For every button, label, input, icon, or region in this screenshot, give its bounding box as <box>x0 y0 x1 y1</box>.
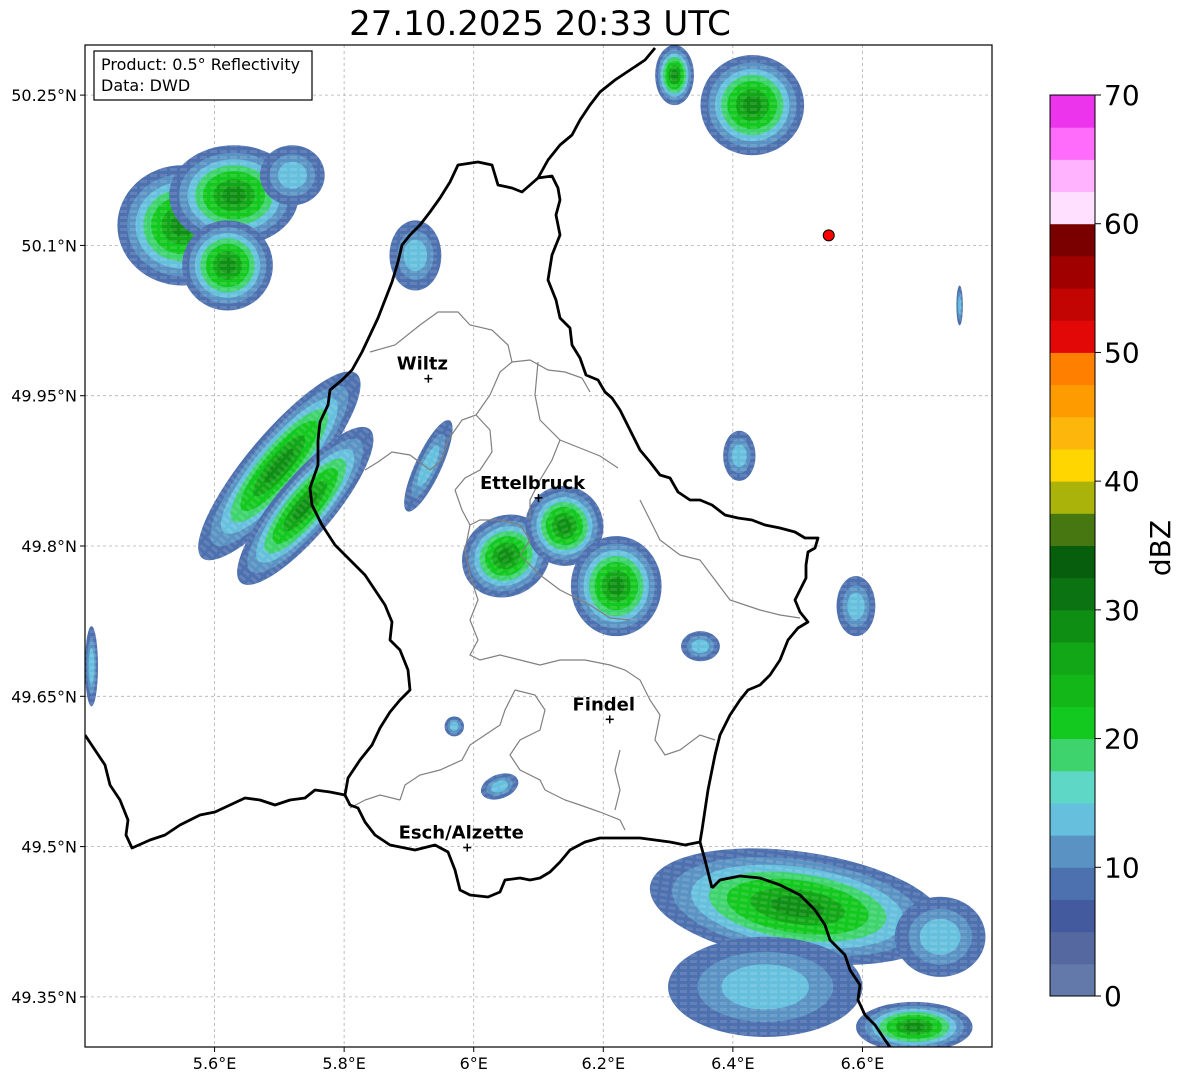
y-tick-label: 50.25°N <box>11 86 77 105</box>
x-tick-label: 5.6°E <box>193 1054 237 1073</box>
y-tick-label: 49.8°N <box>21 537 77 556</box>
echo-texture <box>700 55 805 156</box>
colorbar-bin <box>1050 770 1095 804</box>
colorbar-bin <box>1050 706 1095 740</box>
echo-cell <box>836 576 876 637</box>
echo-cell <box>444 716 464 737</box>
info-product: Product: 0.5° Reflectivity <box>101 55 300 74</box>
colorbar-bin <box>1050 899 1095 933</box>
colorbar-frame <box>1049 94 1096 997</box>
colorbar-bin <box>1050 223 1095 257</box>
radar-site-marker <box>822 229 835 242</box>
echo-cell <box>700 55 805 156</box>
radar-map: 5.6°E 5.8°E 6°E 6.2°E 6.4°E 6.6°E 50.25°N 50.1°… <box>11 44 993 1073</box>
y-tick-label: 50.1°N <box>21 236 77 255</box>
colorbar-tick-label: 10 <box>1104 851 1140 884</box>
echo-texture <box>681 631 720 662</box>
colorbar-tick-label: 0 <box>1104 980 1122 1013</box>
info-source: Data: DWD <box>101 76 190 95</box>
colorbar-bin <box>1050 513 1095 546</box>
info-box: Product: 0.5° Reflectivity Data: DWD <box>93 50 313 101</box>
echo-texture <box>668 936 863 1037</box>
colorbar-bin <box>1050 320 1095 353</box>
colorbar-bin <box>1050 577 1095 611</box>
echo-texture <box>570 535 662 637</box>
colorbar-bin <box>1050 609 1095 643</box>
y-tick-label: 49.65°N <box>11 687 77 706</box>
colorbar-bin <box>1050 674 1095 707</box>
colorbar-bin <box>1050 95 1095 128</box>
city-label: Wiltz <box>397 354 448 375</box>
colorbar-bin <box>1050 159 1095 193</box>
echo-cell <box>894 896 986 977</box>
echo-texture <box>655 45 694 106</box>
x-tick-label: 6.4°E <box>711 1054 755 1073</box>
echo-cell <box>723 430 756 481</box>
x-tick-label: 6.6°E <box>841 1054 885 1073</box>
echo-texture <box>956 285 963 326</box>
echo-cell <box>259 145 325 206</box>
echo-texture <box>836 576 876 637</box>
echo-texture <box>85 626 98 707</box>
echo-texture <box>259 145 325 206</box>
echo-cell <box>681 631 720 662</box>
echo-texture <box>855 1001 973 1047</box>
colorbar-tick-label: 50 <box>1104 336 1140 369</box>
colorbar-bin <box>1050 802 1095 836</box>
colorbar-tick-label: 20 <box>1104 723 1140 756</box>
colorbar-bin <box>1050 738 1095 772</box>
x-tick-label: 6.2°E <box>582 1054 626 1073</box>
colorbar-bin <box>1050 384 1095 418</box>
colorbar-bin <box>1050 352 1095 386</box>
echo-cell <box>956 285 963 326</box>
colorbar-tick-label: 40 <box>1104 465 1140 498</box>
echo-texture <box>182 220 273 311</box>
colorbar-bin <box>1050 545 1095 579</box>
echo-cell <box>655 45 694 106</box>
echo-cell <box>668 936 863 1037</box>
y-tick-label: 49.35°N <box>11 988 77 1007</box>
echo-cell <box>85 626 98 707</box>
echo-cell <box>570 535 662 637</box>
echo-cell <box>182 220 273 311</box>
y-tick-label: 49.95°N <box>11 387 77 406</box>
y-tick-label: 49.5°N <box>21 838 77 857</box>
echo-cell <box>855 1001 973 1047</box>
x-tick-label: 5.8°E <box>322 1054 366 1073</box>
city-label: Ettelbruck <box>480 473 586 494</box>
city-label: Esch/Alzette <box>399 823 524 844</box>
colorbar-tick-label: 30 <box>1104 594 1140 627</box>
colorbar-bin <box>1050 963 1095 997</box>
colorbar-bin <box>1050 867 1095 900</box>
colorbar-bin <box>1050 416 1095 450</box>
colorbar-tick-label: 70 <box>1104 79 1140 112</box>
colorbar-bin <box>1050 288 1095 321</box>
echo-texture <box>444 716 464 737</box>
colorbar-bin <box>1050 835 1095 868</box>
colorbar-bin <box>1050 127 1095 160</box>
x-tick-label: 6°E <box>460 1054 488 1073</box>
colorbar-bins <box>1050 95 1095 997</box>
colorbar-ticks: 0 10 20 30 40 50 60 70 <box>1095 79 1140 1013</box>
colorbar-bin <box>1050 481 1095 514</box>
colorbar-bin <box>1050 191 1095 225</box>
colorbar-tick-label: 60 <box>1104 208 1140 241</box>
colorbar-bin <box>1050 931 1095 965</box>
colorbar-label: dBZ <box>1144 520 1177 576</box>
colorbar-bin <box>1050 642 1095 675</box>
echo-texture <box>723 430 756 481</box>
echo-texture <box>894 896 986 977</box>
colorbar-bin <box>1050 255 1095 289</box>
city-label: Findel <box>572 694 635 715</box>
colorbar-bin <box>1050 448 1095 482</box>
